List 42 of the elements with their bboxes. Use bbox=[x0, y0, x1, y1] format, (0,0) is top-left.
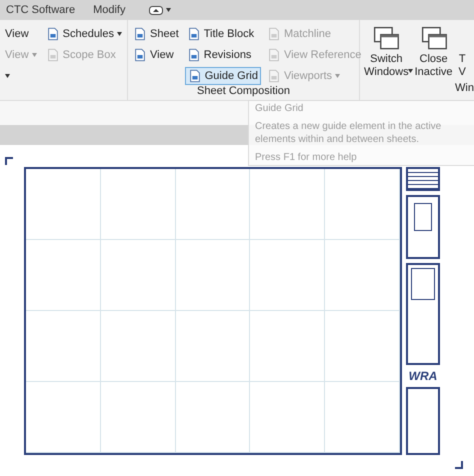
sheet-number-panel bbox=[406, 387, 440, 455]
caret-icon bbox=[408, 69, 413, 73]
panel-icon bbox=[149, 6, 164, 14]
tooltip-description: Creates a new guide element in the active elements within and between sheets. bbox=[255, 120, 442, 146]
panel-label: Win bbox=[455, 82, 474, 94]
tooltip-help: Press F1 for more help bbox=[255, 152, 358, 163]
caret-icon bbox=[5, 74, 10, 78]
caret-icon bbox=[32, 53, 37, 57]
page-icon bbox=[266, 27, 281, 41]
panel-toggle-button[interactable] bbox=[149, 6, 172, 14]
ribbon-tool[interactable]: Schedules bbox=[44, 25, 124, 43]
ribbon-tool[interactable]: Sheet bbox=[131, 25, 181, 43]
page-icon bbox=[46, 27, 60, 41]
page-icon bbox=[133, 48, 147, 62]
page-icon bbox=[46, 48, 60, 62]
corner-mark-icon bbox=[5, 157, 13, 165]
caret-icon bbox=[335, 74, 340, 78]
large-ribbon-button[interactable]: Close Inactive bbox=[414, 25, 454, 82]
ribbon-tab[interactable]: CTC Software bbox=[6, 4, 76, 16]
page-icon bbox=[266, 69, 281, 83]
page-icon bbox=[188, 69, 202, 83]
page-icon bbox=[186, 27, 201, 41]
caret-icon bbox=[117, 32, 122, 36]
panel-label: Sheet Composition bbox=[197, 85, 290, 97]
revision-table bbox=[406, 167, 440, 191]
ribbon-tool[interactable]: Title Block bbox=[184, 25, 261, 43]
page-icon bbox=[266, 48, 281, 62]
page-icon bbox=[186, 48, 201, 62]
viewport-frame bbox=[414, 203, 432, 231]
caret-icon bbox=[166, 8, 172, 12]
logo-text: WRA bbox=[408, 369, 438, 383]
page-icon bbox=[133, 27, 147, 41]
corner-mark-icon bbox=[455, 461, 463, 469]
ribbon-tool[interactable]: Guide Grid bbox=[184, 67, 261, 85]
viewport-frame bbox=[411, 268, 435, 300]
tooltip-title: Guide Grid bbox=[255, 103, 304, 114]
large-ribbon-button[interactable]: T V bbox=[458, 25, 467, 82]
ribbon-tab[interactable]: Modify bbox=[93, 4, 126, 16]
ribbon-tool[interactable]: View bbox=[3, 25, 40, 43]
ribbon-tool[interactable]: View bbox=[131, 46, 181, 64]
ribbon-tool[interactable]: Revisions bbox=[184, 46, 261, 64]
large-ribbon-button[interactable]: Switch Windows bbox=[363, 25, 410, 82]
